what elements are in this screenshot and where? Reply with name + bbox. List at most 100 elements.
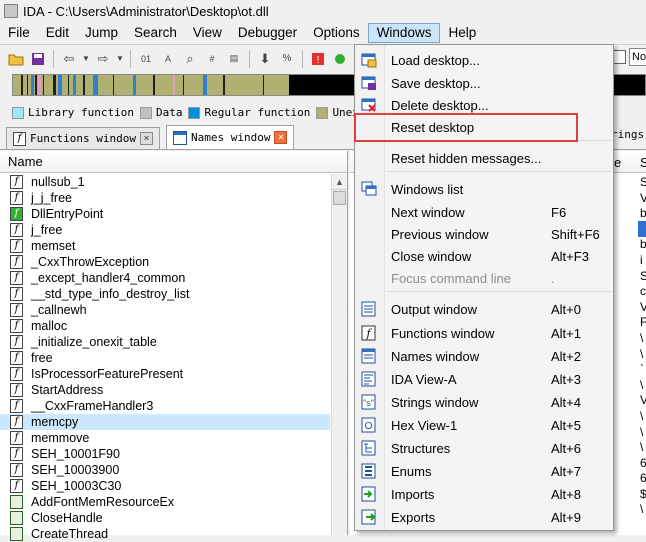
menu-search[interactable]: Search (126, 23, 185, 43)
menu-item-shortcut: Shift+F6 (551, 226, 600, 242)
list-item[interactable]: f _except_handler4_common (0, 270, 330, 286)
tab-functions-window[interactable]: f Functions window × (6, 127, 160, 149)
menu-item-enums[interactable]: Enums Alt+7 (355, 460, 613, 482)
imports-icon (361, 486, 377, 502)
menu-file[interactable]: File (0, 23, 38, 43)
close-icon[interactable]: × (274, 131, 288, 144)
list-item[interactable]: f memmove (0, 430, 330, 446)
menu-separator (387, 171, 611, 172)
list-item[interactable]: f free (0, 350, 330, 366)
menu-item-reset-hidden-messages[interactable]: Reset hidden messages... (355, 147, 613, 169)
menu-item-label: Output window (391, 301, 477, 317)
menu-item-shortcut: Alt+0 (551, 301, 581, 317)
list-item[interactable]: f memset (0, 238, 330, 254)
string-type-char: b (640, 206, 646, 221)
menu-item-imports[interactable]: Imports Alt+8 (355, 483, 613, 505)
menu-jump[interactable]: Jump (77, 23, 126, 43)
dropdown-arrow-icon[interactable]: ▼ (81, 49, 91, 69)
tab-strings-partial[interactable]: rings (611, 128, 644, 141)
function-icon: f (10, 399, 23, 413)
menu-item-output-window[interactable]: Output window Alt+0 (355, 298, 613, 320)
string-type-char: $ (640, 486, 646, 501)
list-item[interactable]: f _CxxThrowException (0, 254, 330, 270)
menu-item-save-desktop[interactable]: Save desktop... (355, 72, 613, 94)
list-item[interactable]: f __std_type_info_destroy_list (0, 286, 330, 302)
structures-icon (361, 440, 377, 456)
menu-separator (387, 291, 611, 292)
forward-arrow-icon[interactable]: ⇨ (93, 49, 113, 69)
list-item-label: memset (31, 239, 76, 253)
list-item[interactable]: AddFontMemResourceEx (0, 494, 330, 510)
list-item[interactable]: f nullsub_1 (0, 174, 330, 190)
list-item[interactable]: f SEH_10001F90 (0, 446, 330, 462)
legend-data: Data (139, 106, 182, 119)
function-icon: f (10, 383, 23, 397)
list-item[interactable]: f SEH_10003C30 (0, 478, 330, 494)
open-folder-icon[interactable] (6, 49, 26, 69)
menu-help[interactable]: Help (440, 23, 484, 43)
dropdown-arrow-icon[interactable]: ▼ (115, 49, 125, 69)
checkbox-icon[interactable] (612, 50, 626, 64)
menu-edit[interactable]: Edit (38, 23, 77, 43)
menu-item-structures[interactable]: Structures Alt+6 (355, 437, 613, 459)
immediate-search-icon[interactable]: # (202, 49, 222, 69)
menu-item-names-window[interactable]: Names window Alt+2 (355, 345, 613, 367)
menu-item-label: Enums (391, 463, 432, 479)
list-item[interactable]: f StartAddress (0, 382, 330, 398)
list-item[interactable]: f j_j_free (0, 190, 330, 206)
debugger-select[interactable]: No (629, 48, 646, 66)
list-item-label: CreateThread (31, 527, 109, 541)
scroll-up-icon[interactable]: ▲ (332, 174, 347, 190)
list-item[interactable]: f memcpy (0, 414, 330, 430)
menu-item-shortcut: F6 (551, 204, 567, 220)
legend-swatch (139, 106, 152, 119)
search-icon[interactable]: ⌕ (180, 49, 200, 69)
menu-windows[interactable]: Windows (367, 23, 441, 43)
list-item[interactable]: f j_free (0, 222, 330, 238)
binary-search-icon[interactable]: 01 (136, 49, 156, 69)
save-desktop-icon (361, 75, 377, 91)
menu-item-close-window[interactable]: Close window Alt+F3 (355, 245, 613, 267)
text-search-icon[interactable]: A (158, 49, 178, 69)
list-item[interactable]: CloseHandle (0, 510, 330, 526)
list-item[interactable]: CreateThread (0, 526, 330, 542)
output-window-icon (361, 301, 377, 317)
strings-icon: "s" (361, 394, 377, 410)
download-arrow-icon[interactable]: ⬇ (255, 49, 275, 69)
list-item[interactable]: f _initialize_onexit_table (0, 334, 330, 350)
column-header-name[interactable]: Name (0, 151, 347, 173)
menu-view[interactable]: View (185, 23, 230, 43)
vertical-scrollbar[interactable]: ▲ (331, 174, 347, 535)
list-item[interactable]: f DllEntryPoint (0, 206, 330, 222)
menu-options[interactable]: Options (305, 23, 368, 43)
ida-view-icon (361, 371, 377, 387)
green-circle-icon[interactable] (330, 49, 350, 69)
close-icon[interactable]: × (139, 132, 153, 145)
list-item-label: _CxxThrowException (31, 255, 150, 269)
menu-item-next-window[interactable]: Next window F6 (355, 201, 613, 223)
list-item[interactable]: f malloc (0, 318, 330, 334)
menu-item-hex-view-1[interactable]: O Hex View-1 Alt+5 (355, 414, 613, 436)
tab-names-window[interactable]: Names window × (165, 125, 295, 149)
back-arrow-icon[interactable]: ⇦ (59, 49, 79, 69)
list-item[interactable]: f _callnewh (0, 302, 330, 318)
menu-item-load-desktop[interactable]: Load desktop... (355, 49, 613, 71)
menu-item-ida-view-a[interactable]: IDA View-A Alt+3 (355, 368, 613, 390)
menu-item-previous-window[interactable]: Previous window Shift+F6 (355, 223, 613, 245)
menu-item-strings-window[interactable]: "s" Strings window Alt+4 (355, 391, 613, 413)
scroll-thumb[interactable] (333, 191, 346, 205)
code-icon[interactable]: ▤ (224, 49, 244, 69)
list-item[interactable]: f SEH_10003900 (0, 462, 330, 478)
save-icon[interactable] (28, 49, 48, 69)
menu-item-windows-list[interactable]: Windows list (355, 178, 613, 200)
menu-item-functions-window[interactable]: f Functions window Alt+1 (355, 322, 613, 344)
menu-debugger[interactable]: Debugger (230, 23, 305, 43)
list-item[interactable]: f __CxxFrameHandler3 (0, 398, 330, 414)
menu-item-label: Load desktop... (391, 52, 480, 68)
menu-item-exports[interactable]: Exports Alt+9 (355, 506, 613, 528)
warning-icon[interactable]: ! (308, 49, 328, 69)
list-item-label: j_free (31, 223, 63, 237)
string-type-char: \ (640, 346, 644, 361)
patch-icon[interactable]: % (277, 49, 297, 69)
list-item[interactable]: f IsProcessorFeaturePresent (0, 366, 330, 382)
